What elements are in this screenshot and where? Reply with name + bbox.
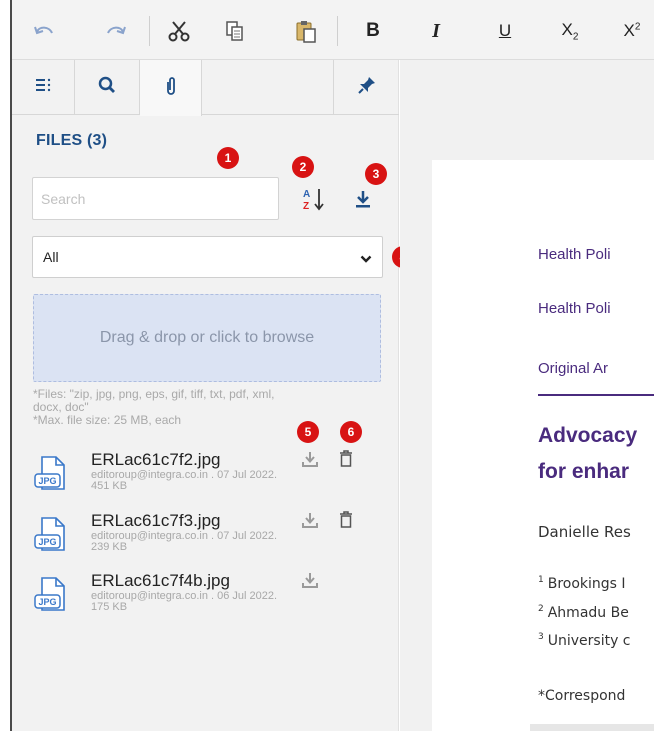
section-underline — [538, 394, 654, 396]
download-icon — [354, 189, 372, 214]
formatting-toolbar: B I U X2 X2 — [12, 0, 654, 60]
callout-badge-5: 5 — [297, 421, 319, 443]
redo-icon[interactable] — [102, 16, 130, 46]
download-icon[interactable] — [301, 571, 321, 591]
filter-selected-value: All — [43, 249, 59, 265]
tab-files[interactable] — [140, 60, 202, 116]
callout-badge-6: 6 — [340, 421, 362, 443]
download-icon[interactable] — [301, 511, 321, 531]
file-list-item[interactable]: JPG ERLac61c7f2.jpg editoroup@integra.co… — [34, 450, 374, 506]
bold-button[interactable]: B — [360, 16, 386, 46]
svg-text:A: A — [303, 189, 310, 200]
paperclip-icon — [165, 76, 177, 101]
author-line: Danielle Res — [538, 523, 631, 541]
toolbar-separator — [149, 16, 150, 46]
file-dropzone[interactable]: Drag & drop or click to browse — [33, 294, 381, 382]
callout-badge-1: 1 — [217, 147, 239, 169]
affiliation: 1 Brookings I — [538, 575, 626, 592]
toolbar-separator — [337, 16, 338, 46]
article-type: Original Ar — [538, 360, 609, 377]
page-footer-band — [530, 724, 654, 731]
pin-icon — [357, 76, 376, 99]
file-size: 175 KB — [91, 601, 128, 613]
jpg-file-icon: JPG — [34, 455, 68, 495]
list-icon — [35, 78, 51, 97]
download-all-button[interactable] — [352, 188, 374, 214]
files-header: FILES (3) — [36, 132, 108, 149]
window-edge — [10, 0, 12, 731]
paste-icon[interactable] — [292, 16, 320, 46]
sort-az-button[interactable]: AZ — [300, 186, 328, 216]
file-name[interactable]: ERLac61c7f3.jpg — [91, 511, 220, 531]
file-type-filter[interactable]: All — [32, 236, 383, 278]
svg-text:JPG: JPG — [38, 476, 56, 486]
superscript-button[interactable]: X2 — [617, 16, 647, 46]
copy-icon[interactable] — [221, 16, 249, 46]
italic-button[interactable]: I — [425, 16, 447, 46]
article-title-line1: Advocacy — [538, 424, 638, 447]
file-size: 451 KB — [91, 480, 128, 492]
article-title-line2: for enhar — [538, 460, 630, 483]
file-size: 239 KB — [91, 541, 128, 553]
svg-text:Z: Z — [303, 201, 309, 212]
tab-pin[interactable] — [333, 60, 399, 115]
file-list-item[interactable]: JPG ERLac61c7f4b.jpg editoroup@integra.c… — [34, 571, 374, 627]
trash-icon[interactable] — [339, 511, 357, 531]
callout-badge-3: 3 — [365, 163, 387, 185]
sort-az-icon: AZ — [301, 186, 327, 217]
underline-button[interactable]: U — [494, 16, 516, 46]
file-list-item[interactable]: JPG ERLac61c7f3.jpg editoroup@integra.co… — [34, 511, 374, 567]
jpg-file-icon: JPG — [34, 576, 68, 616]
affiliation: 3 University c — [538, 632, 631, 649]
tab-search[interactable] — [75, 60, 140, 115]
undo-icon[interactable] — [30, 16, 58, 46]
app-window: B I U X2 X2 FILES (3) 1 2 3 5 6 Search A… — [0, 0, 654, 731]
journal-header-secondary: Health Poli — [538, 300, 611, 317]
download-icon[interactable] — [301, 450, 321, 470]
sidebar-tabs — [12, 60, 399, 116]
affiliation: 2 Ahmadu Be — [538, 604, 629, 621]
file-name[interactable]: ERLac61c7f2.jpg — [91, 450, 220, 470]
callout-badge-2: 2 — [292, 156, 314, 178]
journal-header: Health Poli — [538, 246, 611, 263]
max-size-hint: *Max. file size: 25 MB, each — [33, 413, 182, 427]
jpg-file-icon: JPG — [34, 516, 68, 556]
search-icon — [98, 76, 116, 99]
svg-text:JPG: JPG — [38, 597, 56, 607]
trash-icon[interactable] — [339, 450, 357, 470]
files-sidebar: FILES (3) 1 2 3 4 5 6 AZ All Drag & drop… — [12, 60, 414, 731]
cut-icon[interactable] — [164, 16, 194, 46]
svg-text:JPG: JPG — [38, 537, 56, 547]
subscript-button[interactable]: X2 — [555, 16, 585, 46]
correspondence-line: *Correspond — [538, 688, 626, 704]
file-search-input[interactable] — [32, 177, 279, 220]
tab-outline[interactable] — [12, 60, 75, 115]
chevron-down-icon — [360, 251, 372, 269]
file-name[interactable]: ERLac61c7f4b.jpg — [91, 571, 230, 591]
dropzone-label: Drag & drop or click to browse — [99, 329, 315, 346]
